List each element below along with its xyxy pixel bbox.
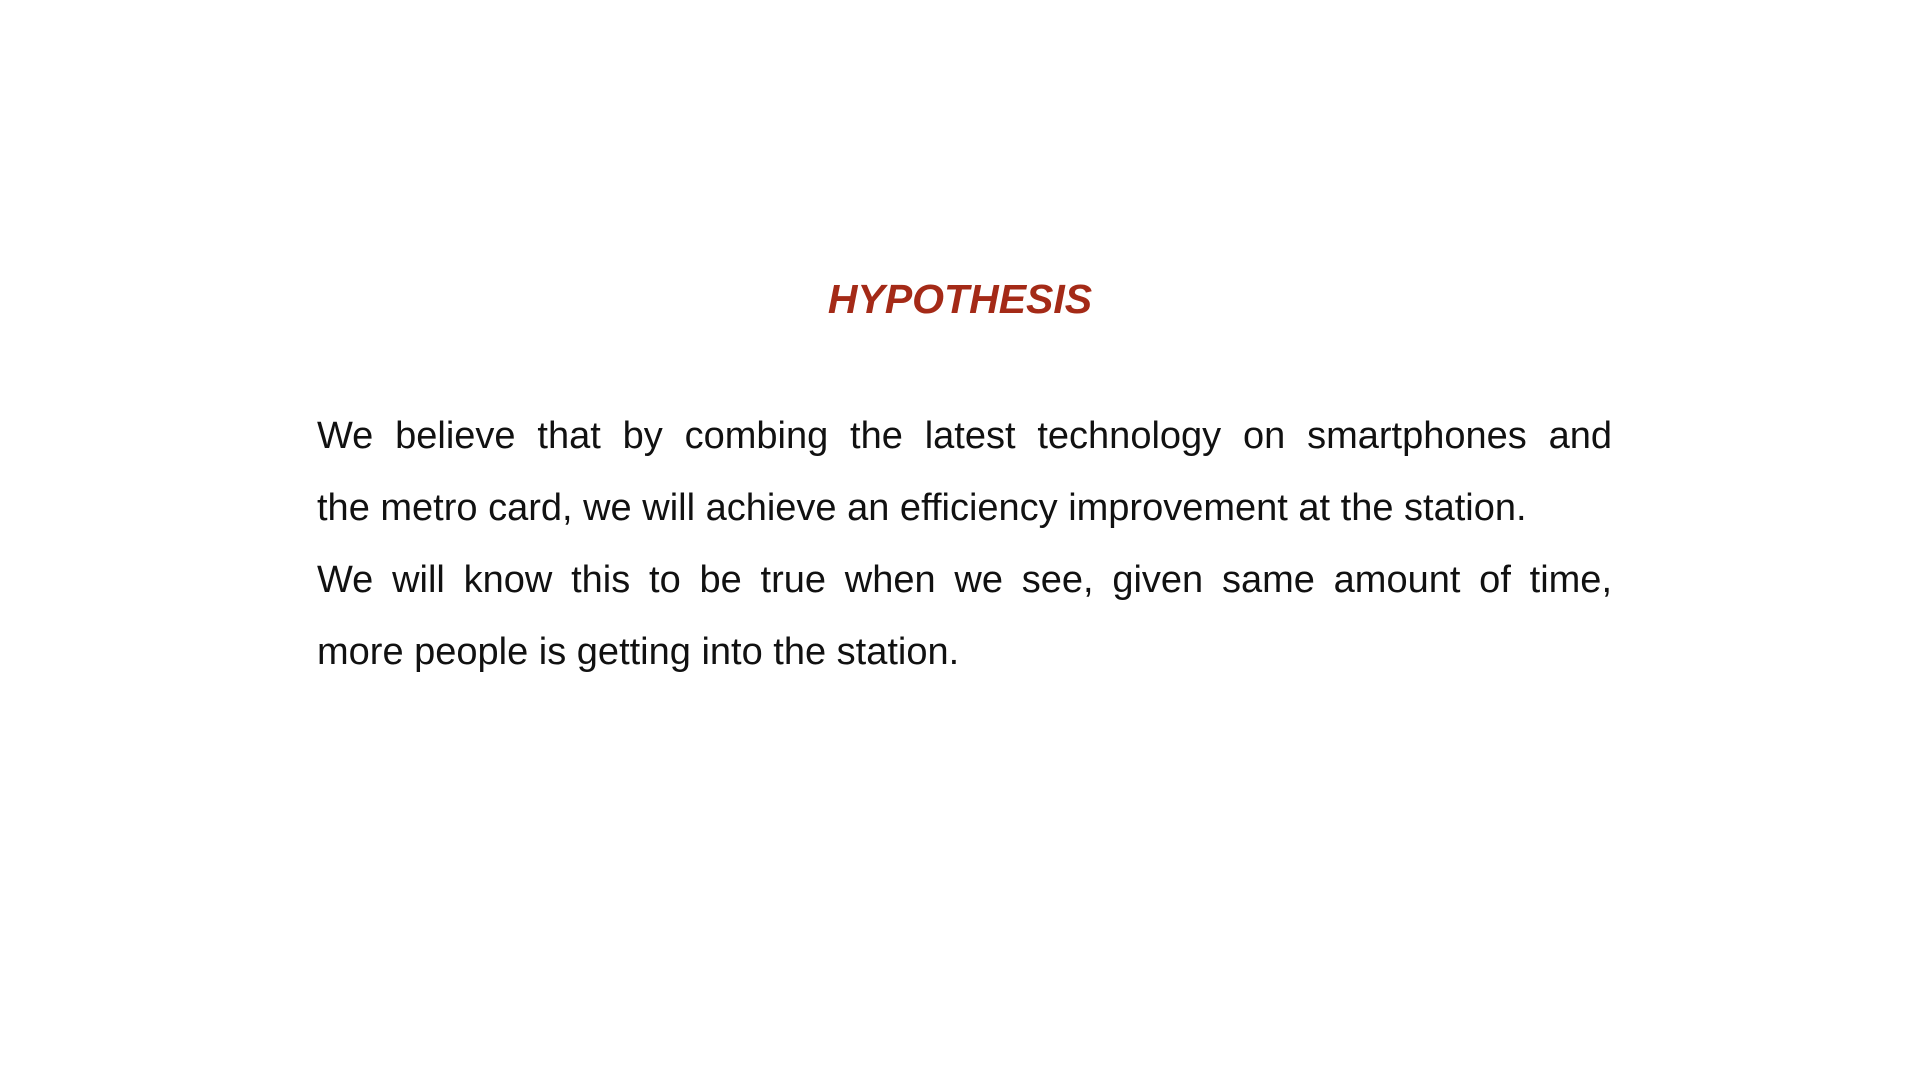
hypothesis-paragraph: We believe that by combing the latest te… [317,400,1612,688]
paragraph-line: more people is getting into the station. [317,631,960,673]
paragraph-line: the metro card, we will achieve an effic… [317,487,1527,529]
slide-title: HYPOTHESIS [827,276,1093,322]
paragraph-line: We will know this to be true when we see… [317,559,1612,601]
paragraph-line: We believe that by combing the latest te… [317,415,1612,457]
slide: HYPOTHESIS We believe that by combing th… [0,0,1920,1080]
